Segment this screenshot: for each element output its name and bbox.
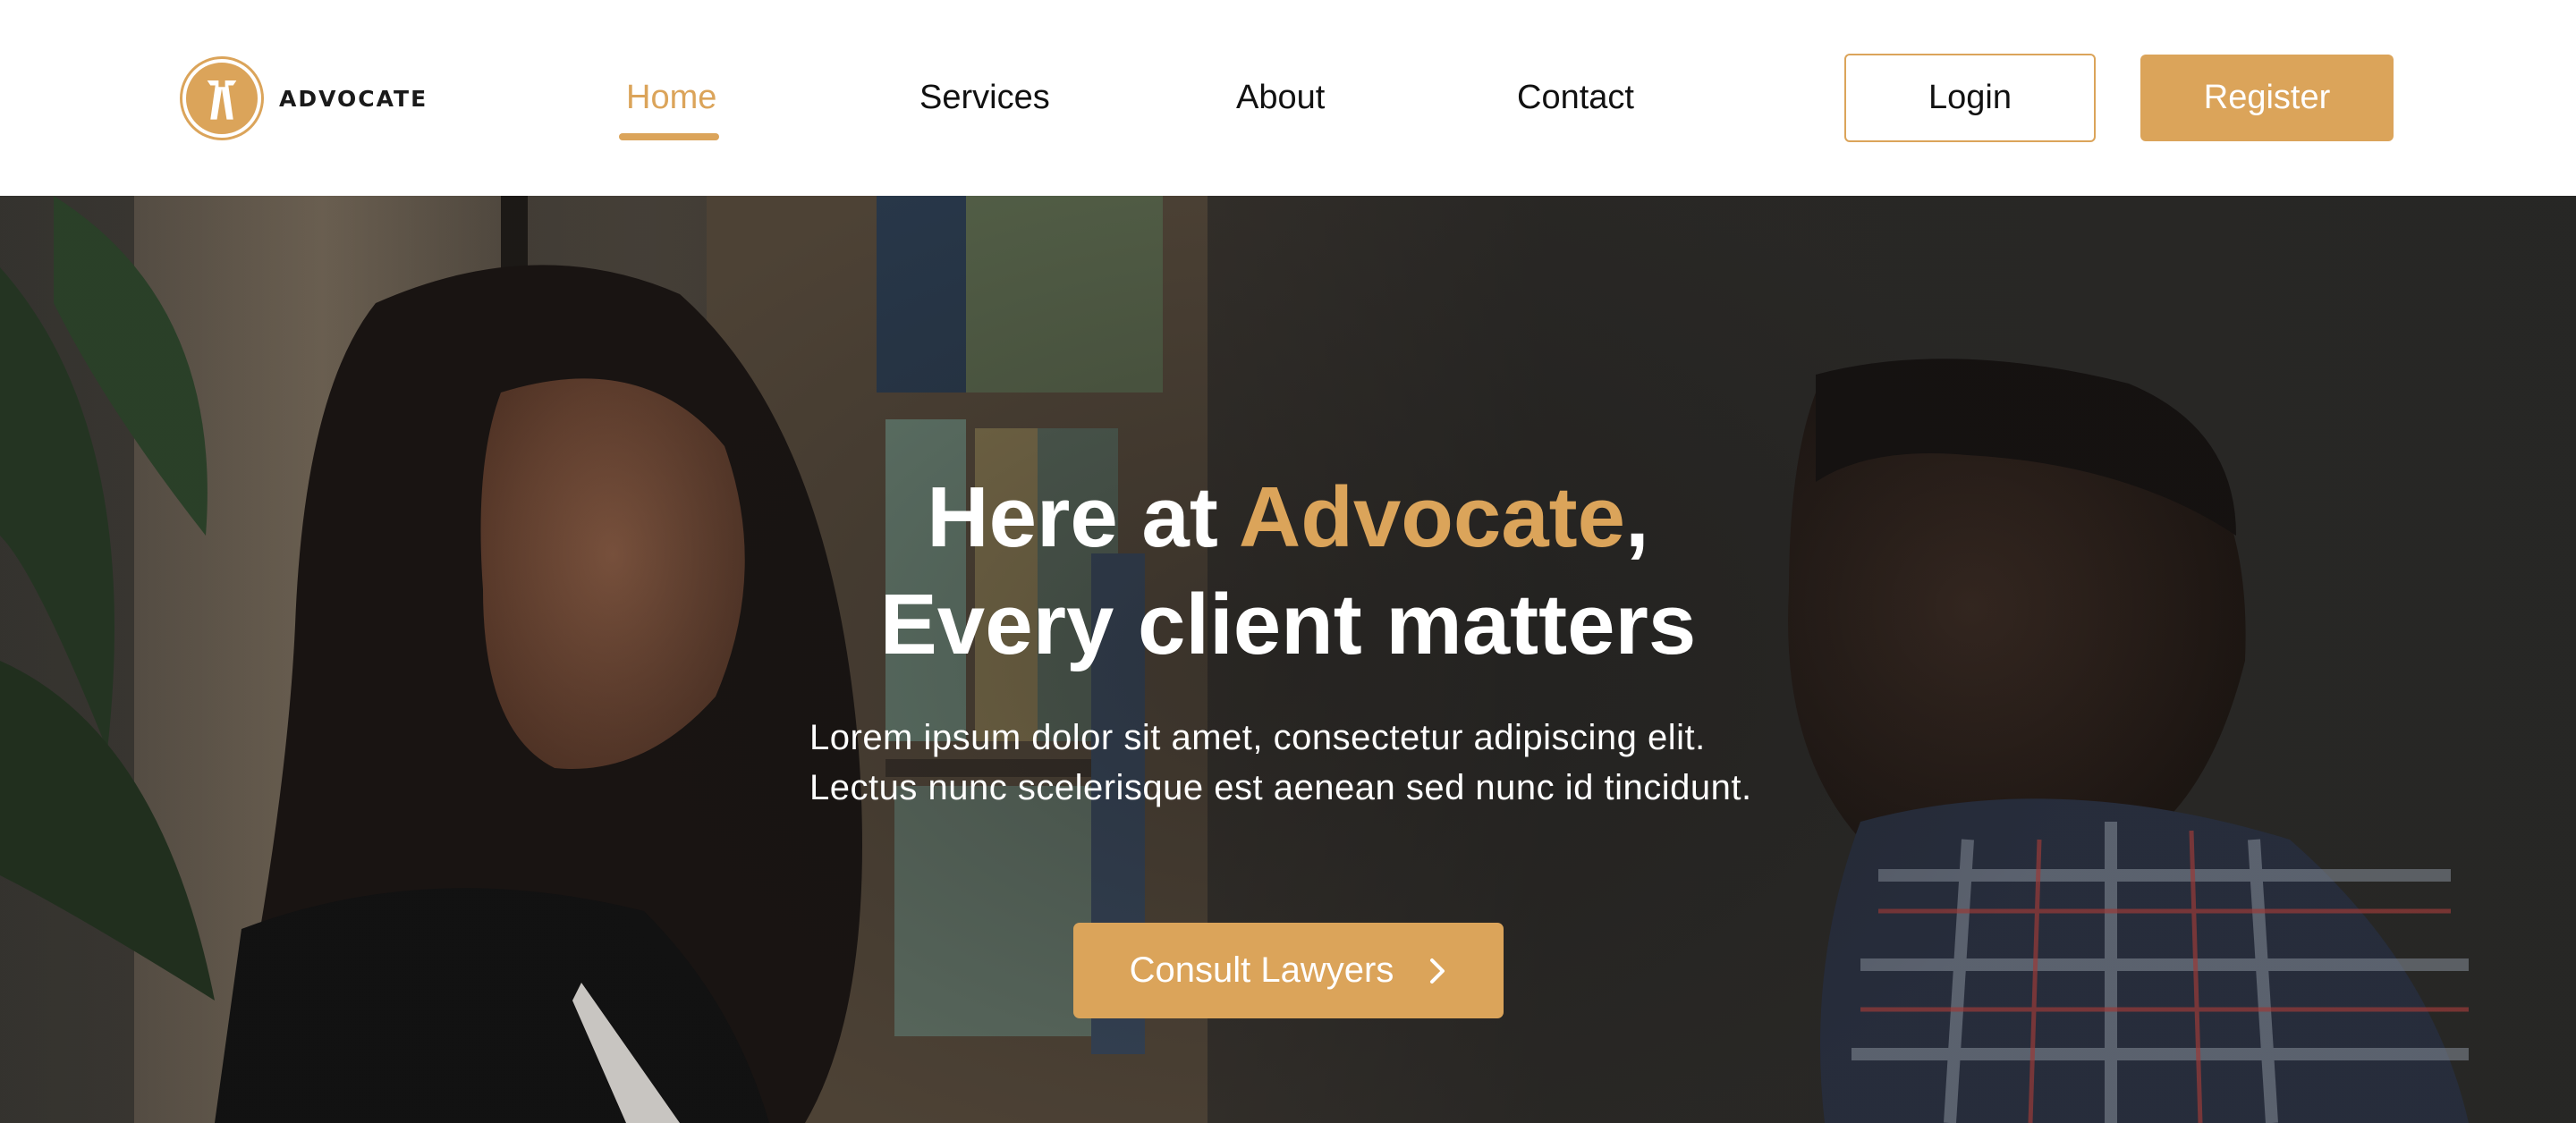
hero-title-line2: Every client matters	[879, 577, 1697, 672]
hero-subtitle: Lorem ipsum dolor sit amet, consectetur …	[809, 713, 1883, 813]
hero-subtitle-line2: Lectus nunc scelerisque est aenean sed n…	[809, 768, 1752, 807]
consult-lawyers-label: Consult Lawyers	[1129, 950, 1394, 990]
login-button[interactable]: Login	[1844, 54, 2096, 142]
brand-logo[interactable]: ADVOCATE	[182, 58, 428, 139]
hero-title-prefix: Here at	[927, 469, 1239, 565]
nav-contact[interactable]: Contact	[1517, 79, 1634, 117]
consult-lawyers-button[interactable]: Consult Lawyers	[1073, 923, 1504, 1018]
hero-subtitle-line1: Lorem ipsum dolor sit amet, consectetur …	[809, 718, 1706, 757]
brand-name: ADVOCATE	[279, 85, 428, 112]
hero-title-accent: Advocate	[1238, 469, 1626, 565]
site-header: ADVOCATE Home Services About Contact Log…	[0, 0, 2576, 196]
nav-active-indicator	[619, 133, 719, 140]
nav-about[interactable]: About	[1236, 79, 1325, 117]
nav-home[interactable]: Home	[626, 79, 716, 117]
hero-title: Here at Advocate, Every client matters	[0, 464, 2576, 679]
register-button[interactable]: Register	[2140, 55, 2394, 141]
hero-section: Here at Advocate, Every client matters L…	[0, 196, 2576, 1123]
lawyer-bands-icon	[182, 59, 261, 138]
chevron-right-icon	[1428, 957, 1447, 985]
nav-services[interactable]: Services	[919, 79, 1050, 117]
hero-title-suffix: ,	[1625, 469, 1649, 565]
